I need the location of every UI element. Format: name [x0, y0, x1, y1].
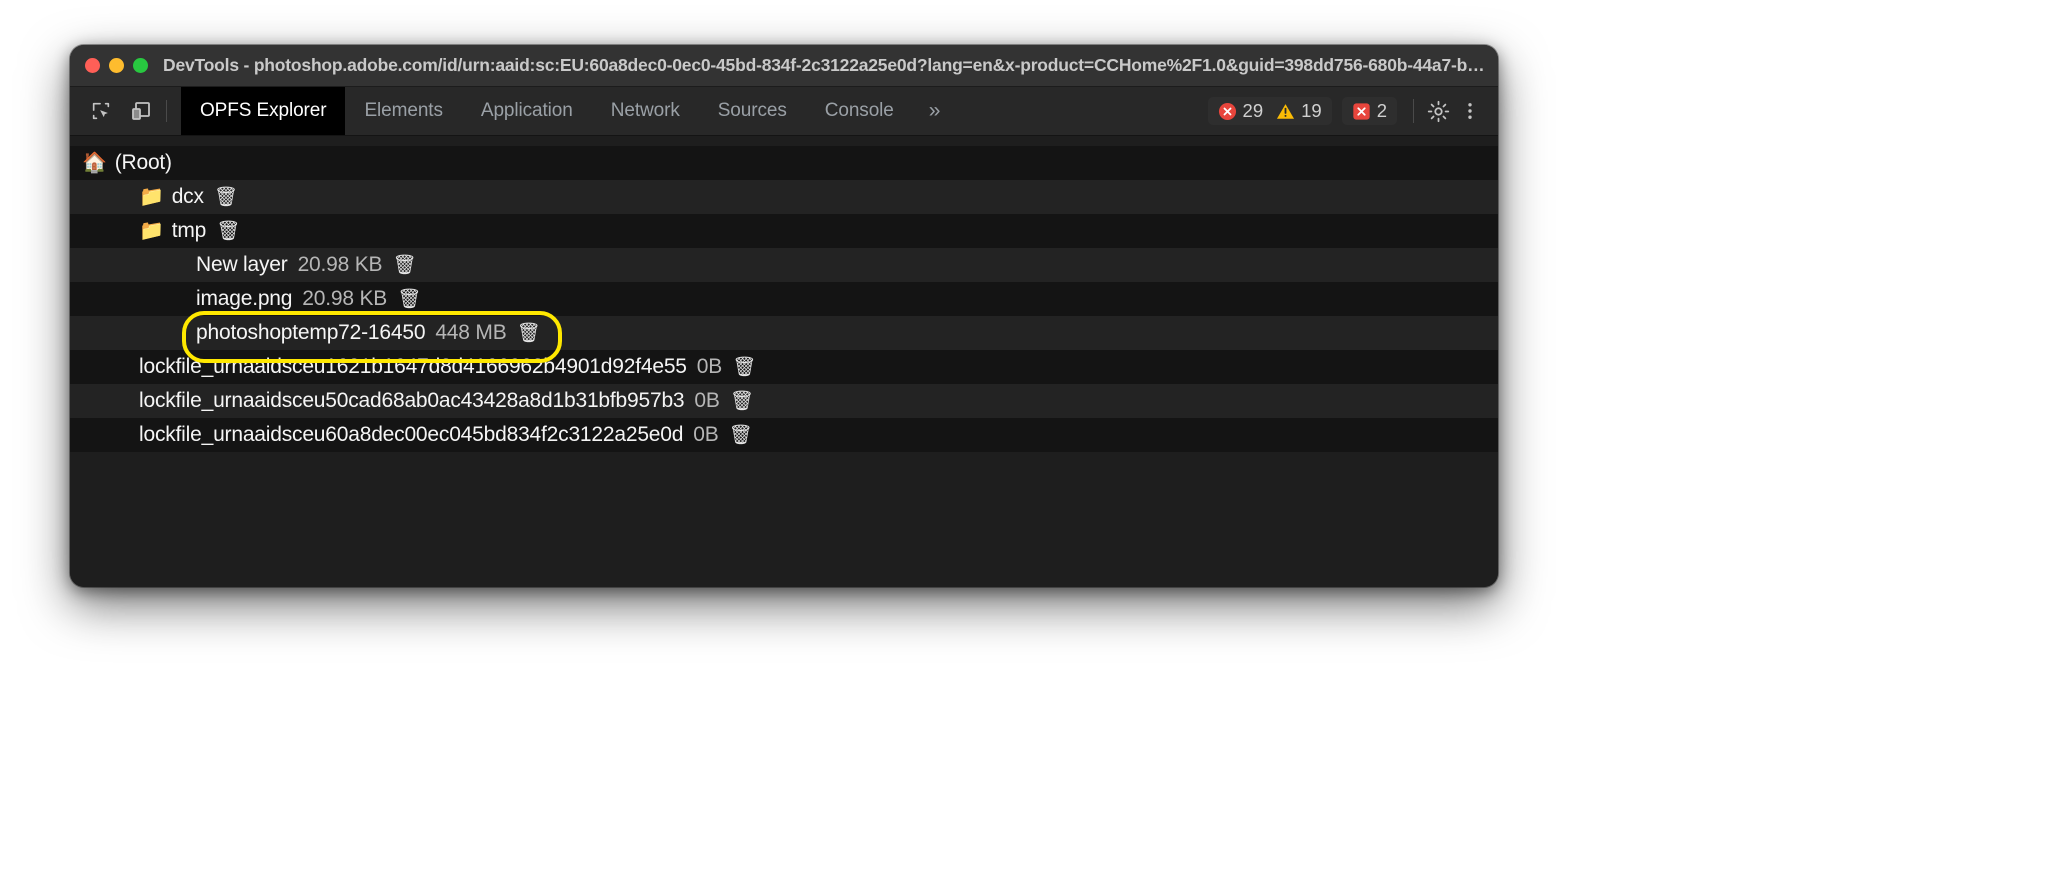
maximize-button[interactable]: [133, 58, 148, 73]
tree-item-name: (Root): [115, 151, 172, 175]
devtools-window: DevTools - photoshop.adobe.com/id/urn:aa…: [70, 45, 1498, 587]
delete-icon[interactable]: 🗑: [730, 392, 754, 411]
issue-icon: [1352, 102, 1371, 121]
chevron-double-right-icon: »: [929, 99, 941, 123]
tree-item-size: 0B: [693, 423, 718, 447]
tab-label: Network: [611, 100, 680, 122]
issues-counter[interactable]: 2: [1342, 97, 1397, 125]
panel-tabs: OPFS Explorer Elements Application Netwo…: [181, 87, 1208, 135]
window-title: DevTools - photoshop.adobe.com/id/urn:aa…: [163, 55, 1493, 76]
toolbar-left-icons: [70, 87, 181, 135]
folder-icon: 📁: [139, 187, 164, 207]
inspect-element-button[interactable]: [84, 94, 118, 128]
warning-count: 19: [1301, 100, 1322, 122]
more-tabs-button[interactable]: »: [913, 87, 957, 135]
tree-item-name: photoshoptemp72-16450: [196, 321, 425, 345]
kebab-menu-icon: [1459, 100, 1481, 122]
console-counters[interactable]: 29 19: [1208, 97, 1332, 125]
tree-row[interactable]: lockfile_urnaaidsceu60a8dec00ec045bd834f…: [70, 418, 1498, 452]
toolbar-divider: [166, 100, 167, 122]
error-counter[interactable]: 29: [1218, 100, 1264, 122]
tree-item-name: New layer: [196, 253, 288, 277]
gear-icon: [1426, 99, 1451, 124]
tree-item-name: lockfile_urnaaidsceu1621b1647d8d4166962b…: [139, 355, 687, 379]
delete-icon[interactable]: 🗑: [214, 188, 238, 207]
tree-item-name: lockfile_urnaaidsceu50cad68ab0ac43428a8d…: [139, 389, 684, 413]
error-icon: [1218, 102, 1237, 121]
tree-item-size: 20.98 KB: [302, 287, 387, 311]
tree-row[interactable]: 📁 tmp 🗑: [70, 214, 1498, 248]
tree-row[interactable]: photoshoptemp72-16450 448 MB 🗑: [70, 316, 1498, 350]
tree-row[interactable]: lockfile_urnaaidsceu1621b1647d8d4166962b…: [70, 350, 1498, 384]
delete-icon[interactable]: 🗑: [517, 324, 541, 343]
delete-icon[interactable]: 🗑: [397, 290, 421, 309]
opfs-explorer-panel: 🏠(Root)📁dcx🗑📁tmp🗑New layer20.98 KB🗑image…: [70, 136, 1498, 587]
tab-sources[interactable]: Sources: [699, 87, 806, 135]
more-options-button[interactable]: [1454, 95, 1486, 127]
house-icon: 🏠: [82, 153, 107, 173]
toolbar-right-group: 29 19: [1208, 87, 1498, 135]
tree-item-size: 448 MB: [435, 321, 506, 345]
tree-item-size: 0B: [694, 389, 719, 413]
tree-row[interactable]: image.png 20.98 KB 🗑: [70, 282, 1498, 316]
window-controls: [85, 58, 148, 73]
file-tree: 🏠(Root)📁dcx🗑📁tmp🗑New layer20.98 KB🗑image…: [70, 146, 1498, 452]
title-bar: DevTools - photoshop.adobe.com/id/urn:aa…: [70, 45, 1498, 87]
tab-network[interactable]: Network: [592, 87, 699, 135]
tab-console[interactable]: Console: [806, 87, 913, 135]
tab-label: Application: [481, 100, 573, 122]
tab-application[interactable]: Application: [462, 87, 592, 135]
delete-icon[interactable]: 🗑: [732, 358, 756, 377]
error-count: 29: [1243, 100, 1264, 122]
toolbar-divider-right: [1413, 99, 1414, 123]
devtools-toolbar: OPFS Explorer Elements Application Netwo…: [70, 87, 1498, 136]
warning-counter[interactable]: 19: [1276, 100, 1322, 122]
issues-count: 2: [1377, 100, 1387, 122]
tree-item-name: tmp: [172, 219, 206, 243]
folder-icon: 📁: [139, 221, 164, 241]
tree-row[interactable]: 📁 dcx 🗑: [70, 180, 1498, 214]
tree-item-name: lockfile_urnaaidsceu60a8dec00ec045bd834f…: [139, 423, 683, 447]
tree-item-name: image.png: [196, 287, 292, 311]
tree-row[interactable]: 🏠 (Root): [70, 146, 1498, 180]
delete-icon[interactable]: 🗑: [216, 222, 240, 241]
delete-icon[interactable]: 🗑: [729, 426, 753, 445]
tab-label: Elements: [364, 100, 442, 122]
delete-icon[interactable]: 🗑: [392, 256, 416, 275]
tree-item-name: dcx: [172, 185, 204, 209]
tree-item-size: 0B: [697, 355, 722, 379]
minimize-button[interactable]: [109, 58, 124, 73]
close-button[interactable]: [85, 58, 100, 73]
tab-elements[interactable]: Elements: [345, 87, 461, 135]
tab-opfs-explorer[interactable]: OPFS Explorer: [181, 87, 345, 135]
tab-label: Sources: [718, 100, 787, 122]
device-toolbar-button[interactable]: [124, 94, 158, 128]
device-toolbar-icon: [129, 99, 153, 123]
inspect-element-icon: [90, 100, 112, 122]
tab-label: Console: [825, 100, 894, 122]
tree-item-size: 20.98 KB: [298, 253, 383, 277]
settings-button[interactable]: [1422, 95, 1454, 127]
tab-label: OPFS Explorer: [200, 100, 326, 122]
warning-icon: [1276, 102, 1295, 121]
tree-row[interactable]: lockfile_urnaaidsceu50cad68ab0ac43428a8d…: [70, 384, 1498, 418]
tree-row[interactable]: New layer 20.98 KB 🗑: [70, 248, 1498, 282]
